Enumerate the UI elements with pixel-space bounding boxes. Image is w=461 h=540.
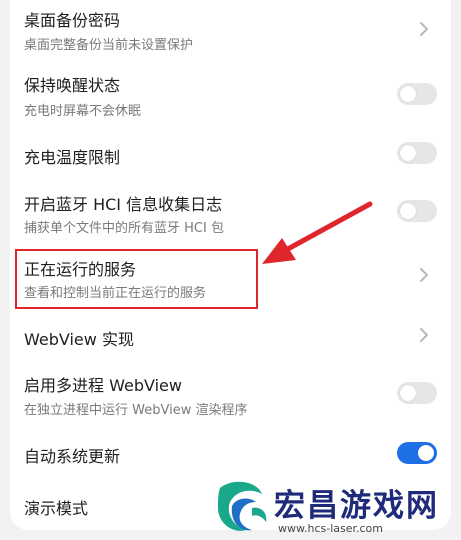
setting-subtitle: 捕获单个文件中的所有蓝牙 HCI 包 xyxy=(24,221,224,236)
setting-title: 演示模式 xyxy=(24,499,89,518)
setting-title: 启用多进程 WebView xyxy=(24,376,182,395)
toggle-knob xyxy=(400,145,416,161)
setting-title: 充电温度限制 xyxy=(24,148,121,167)
setting-charging-temperature-limit[interactable]: 充电温度限制 xyxy=(10,128,451,178)
bluetooth-hci-toggle[interactable] xyxy=(397,200,437,222)
highlight-box xyxy=(15,249,258,309)
dragon-logo-icon xyxy=(218,481,267,531)
setting-title: 桌面备份密码 xyxy=(24,11,121,30)
setting-title: 开启蓝牙 HCI 信息收集日志 xyxy=(24,195,223,214)
stay-awake-toggle[interactable] xyxy=(397,83,437,105)
setting-multiprocess-webview[interactable]: 启用多进程 WebView 在独立进程中运行 WebView 渲染程序 xyxy=(10,364,451,424)
setting-stay-awake[interactable]: 保持唤醒状态 充电时屏幕不会休眠 xyxy=(10,62,451,122)
setting-webview-implementation[interactable]: WebView 实现 xyxy=(10,316,451,356)
annotation-arrow-icon xyxy=(262,201,373,264)
multiprocess-webview-toggle[interactable] xyxy=(397,382,437,404)
toggle-knob xyxy=(418,445,434,461)
auto-system-update-toggle[interactable] xyxy=(397,442,437,464)
setting-desktop-backup-password[interactable]: 桌面备份密码 桌面完整备份当前未设置保护 xyxy=(10,0,451,60)
chevron-right-icon xyxy=(420,328,428,342)
charging-temperature-toggle[interactable] xyxy=(397,142,437,164)
toggle-knob xyxy=(400,86,416,102)
watermark-logo: 宏昌游戏网 www.hcs-laser.com xyxy=(212,478,455,540)
setting-title: 保持唤醒状态 xyxy=(24,76,121,95)
watermark-text: 宏昌游戏网 xyxy=(274,488,439,524)
setting-title: WebView 实现 xyxy=(24,330,134,349)
setting-title: 自动系统更新 xyxy=(24,447,121,466)
watermark-url: www.hcs-laser.com xyxy=(278,522,383,535)
chevron-right-icon xyxy=(420,22,428,36)
chevron-right-icon xyxy=(420,268,428,282)
setting-subtitle: 在独立进程中运行 WebView 渲染程序 xyxy=(24,403,248,418)
setting-bluetooth-hci-log[interactable]: 开启蓝牙 HCI 信息收集日志 捕获单个文件中的所有蓝牙 HCI 包 xyxy=(10,182,451,242)
setting-subtitle: 充电时屏幕不会休眠 xyxy=(24,104,142,119)
setting-subtitle: 桌面完整备份当前未设置保护 xyxy=(24,38,194,53)
setting-auto-system-update[interactable]: 自动系统更新 xyxy=(10,432,451,474)
toggle-knob xyxy=(400,203,416,219)
toggle-knob xyxy=(400,385,416,401)
